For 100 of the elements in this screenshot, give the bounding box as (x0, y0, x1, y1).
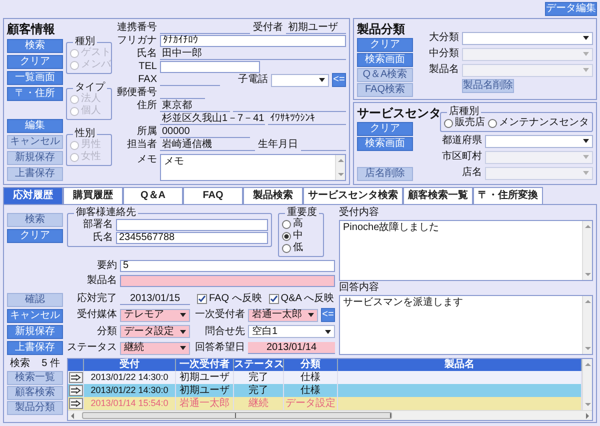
panel-title: 製品分類 (357, 22, 406, 37)
radio-label: 販売店 (455, 117, 485, 129)
input-field[interactable] (160, 61, 260, 73)
group-title: 御客様連絡先 (74, 207, 138, 218)
action-button[interactable]: 〒・住所 (7, 87, 63, 101)
text-field[interactable]: 2013/01/15 (120, 293, 190, 305)
scrollbar[interactable] (68, 410, 592, 420)
action-button[interactable]: 編集 (7, 119, 63, 133)
scrollbar[interactable] (582, 221, 592, 280)
radio-label: 低 (293, 242, 303, 254)
field-label: FAX (137, 74, 157, 86)
group-title: タイプ (73, 82, 107, 93)
radio-button[interactable] (282, 244, 291, 252)
caret-icon (180, 346, 186, 350)
radio-button[interactable] (488, 118, 497, 128)
dropdown[interactable] (462, 32, 593, 44)
panel-title: サービスセンタ (357, 106, 437, 121)
action-button[interactable]: キャンセル (7, 309, 63, 323)
tab[interactable]: 応対履歴 (3, 187, 63, 204)
text-field[interactable]: 東京都 (160, 100, 230, 112)
field-label: 部署名 (82, 218, 113, 230)
action-button[interactable]: 一覧画面 (7, 71, 63, 85)
text-field[interactable]: 2013/01/14 (248, 342, 335, 354)
group-title: 重要度 (285, 207, 319, 218)
tab[interactable]: サービスセンタ検索 (303, 187, 403, 204)
dropdown[interactable] (271, 74, 329, 86)
text-field[interactable]: ｲﾜｻｷﾂｳｼﾝｷ (268, 113, 346, 125)
back-button[interactable]: <= (332, 73, 346, 87)
field-label: 子電話 (238, 74, 268, 86)
dropdown[interactable] (485, 134, 593, 148)
action-button[interactable]: 検索画面 (357, 137, 413, 151)
input-field[interactable]: 2345567788 (116, 232, 268, 244)
scrollbar[interactable] (335, 155, 345, 180)
field-label: 住所 (136, 100, 157, 112)
field-label: 製品名 (86, 275, 117, 287)
input-field[interactable]: 5 (120, 260, 335, 272)
table-cell: 岩通一太郎 (176, 397, 234, 410)
open-row-button[interactable] (69, 385, 83, 396)
text-field[interactable]: 岩崎通信機 (160, 139, 255, 151)
action-button[interactable]: 上書保存 (7, 341, 63, 355)
input-field[interactable] (116, 218, 268, 230)
column-header: 製品名 (338, 359, 582, 371)
field-label: 製品名 (428, 64, 459, 76)
caret-icon (583, 171, 589, 175)
dropdown[interactable]: テレモア (120, 308, 190, 322)
input-field[interactable]: ﾀﾅｶｲﾁﾛｳ (160, 35, 346, 47)
action-button[interactable]: 検索 (7, 39, 63, 53)
field-label: フリガナ (116, 35, 157, 47)
action-button[interactable]: クリア (357, 122, 413, 136)
results-label: 検索 (10, 358, 30, 370)
text-field[interactable]: 初期ユーザ (286, 22, 346, 34)
group-title: 店種別 (447, 106, 481, 117)
panel-title: 顧客情報 (7, 22, 56, 37)
open-row-button[interactable] (69, 398, 83, 409)
field-label: 都道府県 (441, 135, 482, 147)
group-title: 性別 (73, 128, 97, 139)
table-cell: 2013/01/22 14:30:0 (84, 384, 176, 397)
dropdown[interactable]: データ設定 (120, 325, 190, 338)
action-button[interactable]: クリア (7, 55, 63, 69)
result-count: 5 件 (42, 358, 60, 370)
tab[interactable]: 購買履歴 (63, 187, 123, 204)
column-header: ステータス (234, 359, 284, 371)
dropdown[interactable]: 継続 (120, 342, 190, 355)
group-title: 種別 (73, 36, 97, 47)
dropdown[interactable]: 岩通一太郎 (248, 308, 318, 322)
action-button[interactable]: 検索画面 (357, 53, 413, 67)
field-label: 大分類 (428, 32, 459, 44)
input-field[interactable] (120, 275, 335, 287)
field-label: 氏名 (92, 232, 113, 244)
checkbox[interactable] (268, 294, 279, 304)
text-field[interactable]: 杉並区久我山1－7－41 (160, 113, 265, 125)
tab[interactable]: Q＆A (123, 187, 183, 204)
radio-button[interactable] (444, 118, 453, 128)
tab[interactable]: FAQ (183, 187, 243, 204)
back-button[interactable]: <= (321, 308, 335, 322)
text-area[interactable]: メモ (160, 154, 346, 181)
dropdown[interactable]: 空白1 (248, 325, 335, 338)
scrollbar[interactable] (582, 296, 592, 354)
field-label: 応対完了 (76, 293, 117, 305)
text-area[interactable]: Pinoche故障しました (339, 220, 593, 280)
field-label: 回答希望日 (194, 342, 245, 354)
field-label: 問合せ先 (204, 326, 245, 338)
field-label: 生年月日 (258, 139, 298, 151)
action-button[interactable]: データ編集 (545, 2, 597, 16)
radio-button[interactable] (282, 220, 291, 228)
text-field[interactable]: 00000 (160, 126, 250, 138)
radio-button[interactable] (282, 232, 291, 240)
tab[interactable]: 製品検索 (243, 187, 303, 204)
arrow-icon (71, 400, 81, 407)
text-area[interactable]: サービスマンを派遣します (339, 294, 593, 355)
text-field[interactable]: 田中一郎 (160, 48, 346, 60)
action-button[interactable]: 新規保存 (7, 325, 63, 339)
scrollbar[interactable] (582, 359, 592, 410)
tab[interactable]: 〒・住所変換 (473, 187, 543, 204)
open-row-button[interactable] (69, 372, 83, 383)
action-button[interactable]: クリア (357, 38, 413, 52)
field-label: 要約 (96, 260, 117, 272)
checkbox[interactable] (197, 294, 207, 304)
action-button[interactable]: クリア (7, 229, 63, 243)
tab[interactable]: 顧客検索一覧 (403, 187, 473, 204)
